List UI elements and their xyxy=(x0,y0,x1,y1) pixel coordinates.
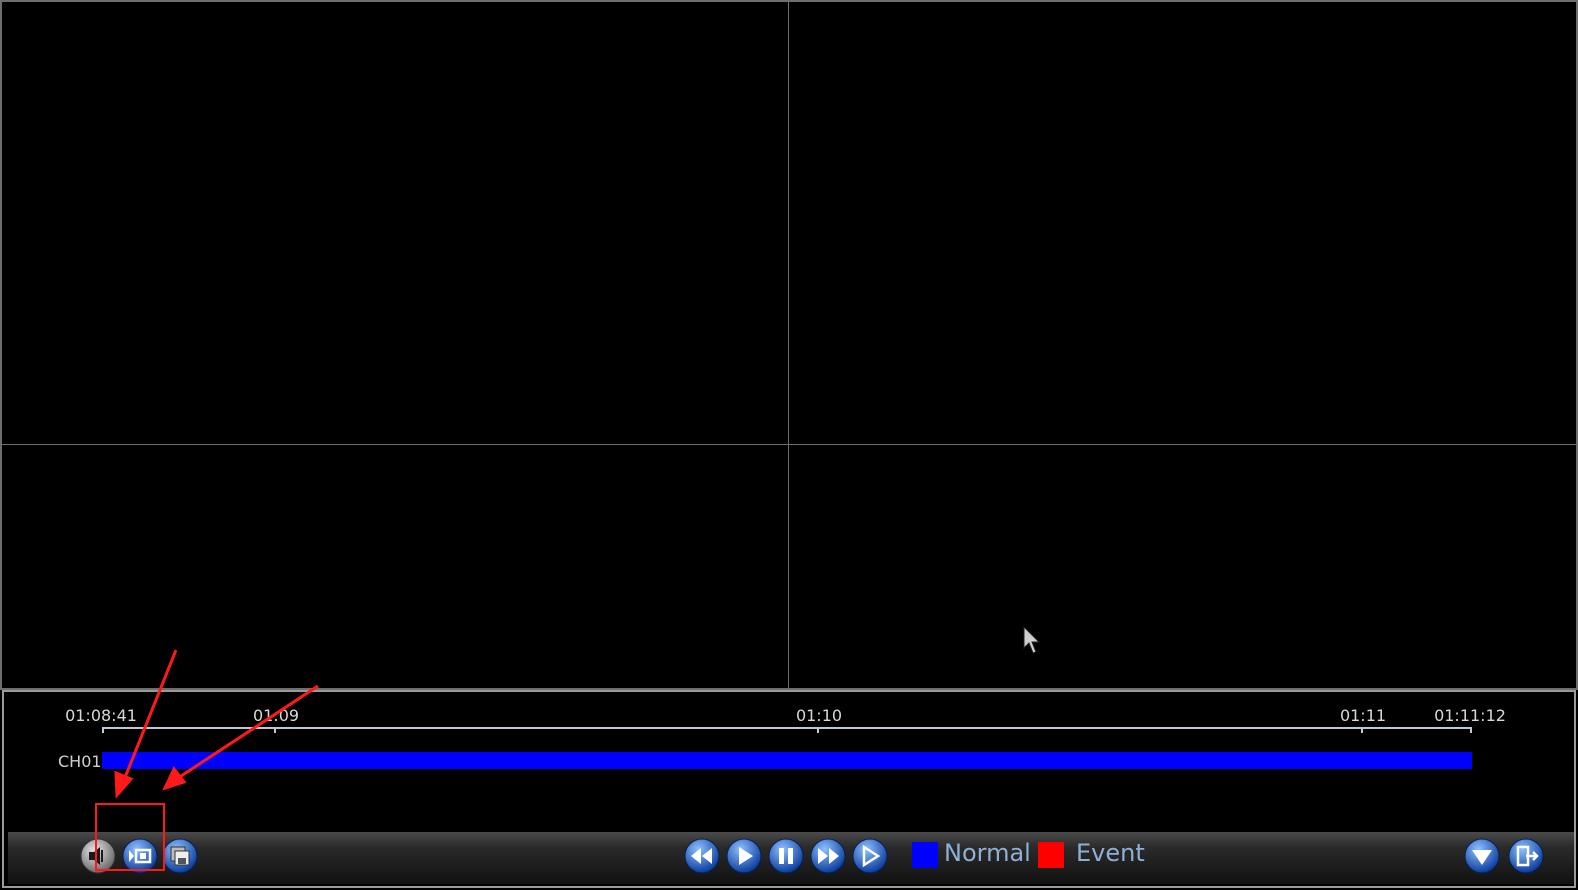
exit-button[interactable] xyxy=(1508,838,1544,874)
video-tile-1[interactable] xyxy=(0,0,789,445)
pause-icon xyxy=(768,838,804,874)
backup-button[interactable] xyxy=(162,838,198,874)
playback-panel: 01:08:41 01:09 01:10 01:11 01:11:12 CH01 xyxy=(2,690,1576,888)
video-grid xyxy=(0,0,1578,690)
channel-label: CH01 xyxy=(58,752,102,771)
recording-bar-normal[interactable] xyxy=(102,752,1472,769)
video-tile-2[interactable] xyxy=(788,0,1578,445)
fast-forward-button[interactable] xyxy=(810,838,846,874)
timeline-start-time: 01:08:41 xyxy=(65,706,137,725)
timeline-tick-mark xyxy=(1361,727,1363,733)
timeline-tick-mark xyxy=(817,727,819,733)
rewind-button[interactable] xyxy=(684,838,720,874)
timeline-tick-mark xyxy=(274,727,276,733)
timeline-tick-label: 01:09 xyxy=(252,706,300,725)
chevron-down-icon xyxy=(1464,838,1500,874)
legend-normal-swatch xyxy=(912,842,938,868)
pause-button[interactable] xyxy=(768,838,804,874)
playback-toolbar: Normal Event xyxy=(8,832,1574,884)
step-play-icon xyxy=(852,838,888,874)
exit-icon xyxy=(1508,838,1544,874)
legend-event-swatch xyxy=(1038,842,1064,868)
save-icon xyxy=(162,838,198,874)
hide-panel-button[interactable] xyxy=(1464,838,1500,874)
video-tile-4[interactable] xyxy=(788,444,1578,690)
annotation-highlight-box xyxy=(95,803,165,871)
fast-forward-icon xyxy=(810,838,846,874)
mouse-cursor-icon xyxy=(1023,626,1041,654)
legend-event-label: Event xyxy=(1076,839,1145,867)
timeline-tick-label: 01:10 xyxy=(795,706,843,725)
video-tile-3[interactable] xyxy=(0,444,789,690)
timeline-tick-mark xyxy=(1470,727,1472,733)
play-icon xyxy=(726,838,762,874)
step-play-button[interactable] xyxy=(852,838,888,874)
timeline-tick-mark xyxy=(102,727,104,733)
time-axis[interactable] xyxy=(102,727,1472,729)
rewind-icon xyxy=(684,838,720,874)
timeline-end-time: 01:11:12 xyxy=(1434,706,1506,725)
legend-normal-label: Normal xyxy=(944,839,1031,867)
play-button[interactable] xyxy=(726,838,762,874)
timeline-tick-label: 01:11 xyxy=(1339,706,1387,725)
